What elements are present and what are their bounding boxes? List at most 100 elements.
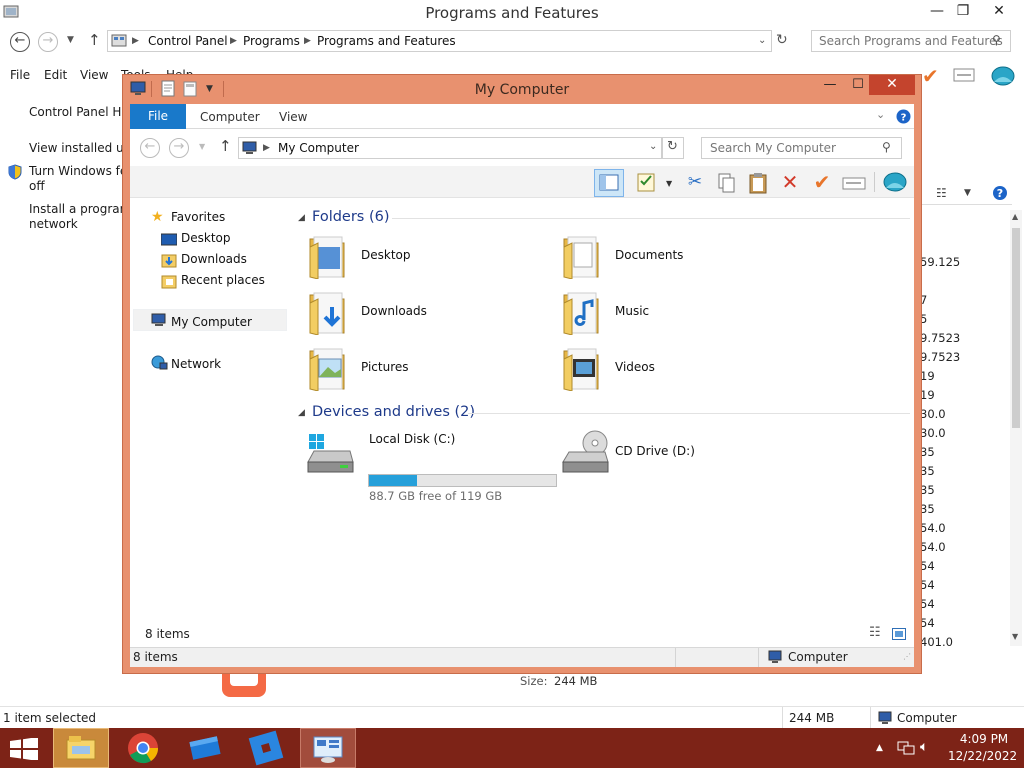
devices-divider	[468, 413, 910, 414]
folder-tile-documents[interactable]: Documents	[562, 233, 792, 283]
bg-checkmark-icon[interactable]: ✔	[922, 64, 948, 88]
bg-shell-icon[interactable]	[990, 64, 1016, 88]
devices-collapse-icon[interactable]: ◢	[298, 408, 305, 418]
mc-forward-button[interactable]: →	[169, 138, 189, 158]
bg-back-button[interactable]: ←	[10, 32, 30, 52]
taskbar-roblox-studio[interactable]	[177, 728, 233, 768]
control-panel-icon	[111, 33, 127, 49]
mc-close-button[interactable]: ✕	[869, 75, 915, 95]
bg-version-value: 30.0	[920, 426, 946, 440]
checkmark-icon[interactable]: ✔	[808, 170, 836, 196]
breadcrumb-my-computer[interactable]: My Computer	[278, 141, 359, 155]
tab-file[interactable]: File	[130, 104, 186, 129]
mc-item-count: 8 items	[145, 627, 190, 641]
bg-forward-button[interactable]: →	[38, 32, 58, 52]
mc-search-input[interactable]: Search My Computer ⚲	[701, 137, 902, 159]
devices-section-header[interactable]: Devices and drives (2)	[312, 404, 475, 420]
folder-pictures-label: Pictures	[361, 360, 409, 374]
bg-vertical-scrollbar[interactable]: ▲ ▼	[1010, 210, 1022, 646]
taskbar-file-explorer[interactable]	[53, 728, 109, 768]
nav-downloads[interactable]: Downloads	[181, 252, 247, 266]
shell-icon[interactable]	[881, 170, 909, 196]
rename-icon[interactable]	[840, 170, 868, 196]
mc-back-button[interactable]: ←	[140, 138, 160, 158]
bg-up-arrow-icon[interactable]: ↑	[88, 31, 101, 49]
folder-tile-videos[interactable]: Videos	[562, 345, 792, 395]
breadcrumb-programs-and-features[interactable]: Programs and Features	[317, 34, 456, 48]
clock-date[interactable]: 12/22/2022	[948, 749, 1017, 763]
breadcrumb-control-panel[interactable]: Control Panel	[148, 34, 228, 48]
folders-divider	[392, 218, 910, 219]
tab-view[interactable]: View	[279, 110, 307, 124]
bg-search-input[interactable]: Search Programs and Features ⚲	[811, 30, 1011, 52]
bg-restore-button[interactable]: ❐	[946, 0, 980, 24]
bg-help-icon[interactable]: ?	[992, 185, 1008, 201]
mc-address-dropdown-icon[interactable]: ⌄	[649, 141, 657, 152]
search-icon[interactable]: ⚲	[992, 33, 1001, 47]
bg-view-options-icon[interactable]: ☷	[936, 186, 947, 200]
details-view-icon[interactable]: ☷	[869, 625, 881, 640]
folder-downloads-label: Downloads	[361, 304, 427, 318]
tab-computer[interactable]: Computer	[200, 110, 260, 124]
clock-time[interactable]: 4:09 PM	[952, 732, 1016, 746]
taskbar-control-panel[interactable]	[300, 728, 356, 768]
bg-recent-chevron-icon[interactable]: ▼	[67, 35, 74, 45]
menu-edit[interactable]: Edit	[44, 68, 67, 82]
bg-close-button[interactable]: ✕	[976, 0, 1022, 24]
drive-d-tile[interactable]: CD Drive (D:)	[561, 430, 761, 480]
bg-version-value: 19	[920, 388, 935, 402]
bg-status-computer: Computer	[897, 711, 957, 725]
properties-dropdown-icon[interactable]: ▼	[666, 179, 672, 188]
search-icon[interactable]: ⚲	[882, 140, 891, 154]
show-hidden-icons-chevron-icon[interactable]: ▲	[876, 743, 883, 753]
folder-tile-music[interactable]: Music	[562, 289, 792, 339]
mc-search-placeholder: Search My Computer	[710, 141, 836, 155]
copy-icon[interactable]	[712, 170, 740, 196]
breadcrumb-programs[interactable]: Programs	[243, 34, 300, 48]
bg-view-dropdown-icon[interactable]: ▼	[964, 188, 971, 198]
properties-toolbar-icon[interactable]	[632, 170, 660, 196]
star-icon: ★	[151, 209, 164, 225]
folder-tile-pictures[interactable]: Pictures	[308, 345, 538, 395]
preview-pane-button[interactable]	[594, 169, 624, 197]
mc-help-icon[interactable]: ?	[896, 109, 911, 124]
menu-view[interactable]: View	[80, 68, 108, 82]
bg-version-value: 54.0	[920, 521, 946, 535]
start-button[interactable]	[10, 738, 38, 760]
paste-icon[interactable]	[744, 170, 772, 196]
folders-collapse-icon[interactable]: ◢	[298, 213, 305, 223]
bg-address-bar[interactable]: ▶ Control Panel ▶ Programs ▶ Programs an…	[107, 30, 772, 52]
mc-minimize-button[interactable]: —	[815, 75, 845, 96]
delete-icon[interactable]: ✕	[776, 170, 804, 196]
mc-address-row: ← → ▼ ↑ ▶ My Computer ⌄ ↻ Search My Comp…	[130, 134, 914, 162]
navigation-pane: ★ Favorites Desktop Downloads Recent pla…	[130, 199, 290, 623]
bg-address-dropdown-icon[interactable]: ⌄	[758, 35, 766, 46]
resize-grip-icon[interactable]: ⋰	[903, 652, 911, 661]
bg-rename-icon[interactable]	[953, 66, 975, 84]
mc-address-bar[interactable]: ▶ My Computer ⌄	[238, 137, 662, 159]
large-icons-view-icon[interactable]	[892, 628, 906, 640]
nav-desktop[interactable]: Desktop	[181, 231, 231, 245]
nav-favorites[interactable]: Favorites	[171, 210, 225, 224]
taskbar-roblox[interactable]	[238, 728, 294, 768]
bg-version-value: 54.0	[920, 540, 946, 554]
mc-up-arrow-icon[interactable]: ↑	[219, 137, 232, 155]
mc-refresh-button[interactable]: ↻	[662, 137, 684, 159]
nav-network[interactable]: Network	[171, 357, 221, 371]
refresh-icon: ↻	[667, 139, 678, 154]
taskbar-chrome[interactable]	[115, 728, 171, 768]
folder-tile-desktop[interactable]: Desktop	[308, 233, 538, 283]
svg-text:?: ?	[901, 113, 907, 124]
volume-tray-icon[interactable]: 🔈︎	[920, 739, 928, 755]
bg-refresh-icon[interactable]: ↻	[776, 32, 788, 48]
network-tray-icon[interactable]	[897, 740, 915, 756]
folder-tile-downloads[interactable]: Downloads	[308, 289, 538, 339]
ribbon-expand-chevron-icon[interactable]: ⌄	[876, 108, 885, 121]
menu-file[interactable]: File	[10, 68, 30, 82]
folders-section-header[interactable]: Folders (6)	[312, 209, 390, 225]
nav-my-computer[interactable]: My Computer	[171, 315, 252, 329]
nav-recent-places[interactable]: Recent places	[181, 273, 265, 287]
bg-version-value: 54	[920, 616, 935, 630]
cut-icon[interactable]: ✂	[681, 170, 709, 196]
mc-recent-chevron-icon[interactable]: ▼	[199, 142, 205, 151]
